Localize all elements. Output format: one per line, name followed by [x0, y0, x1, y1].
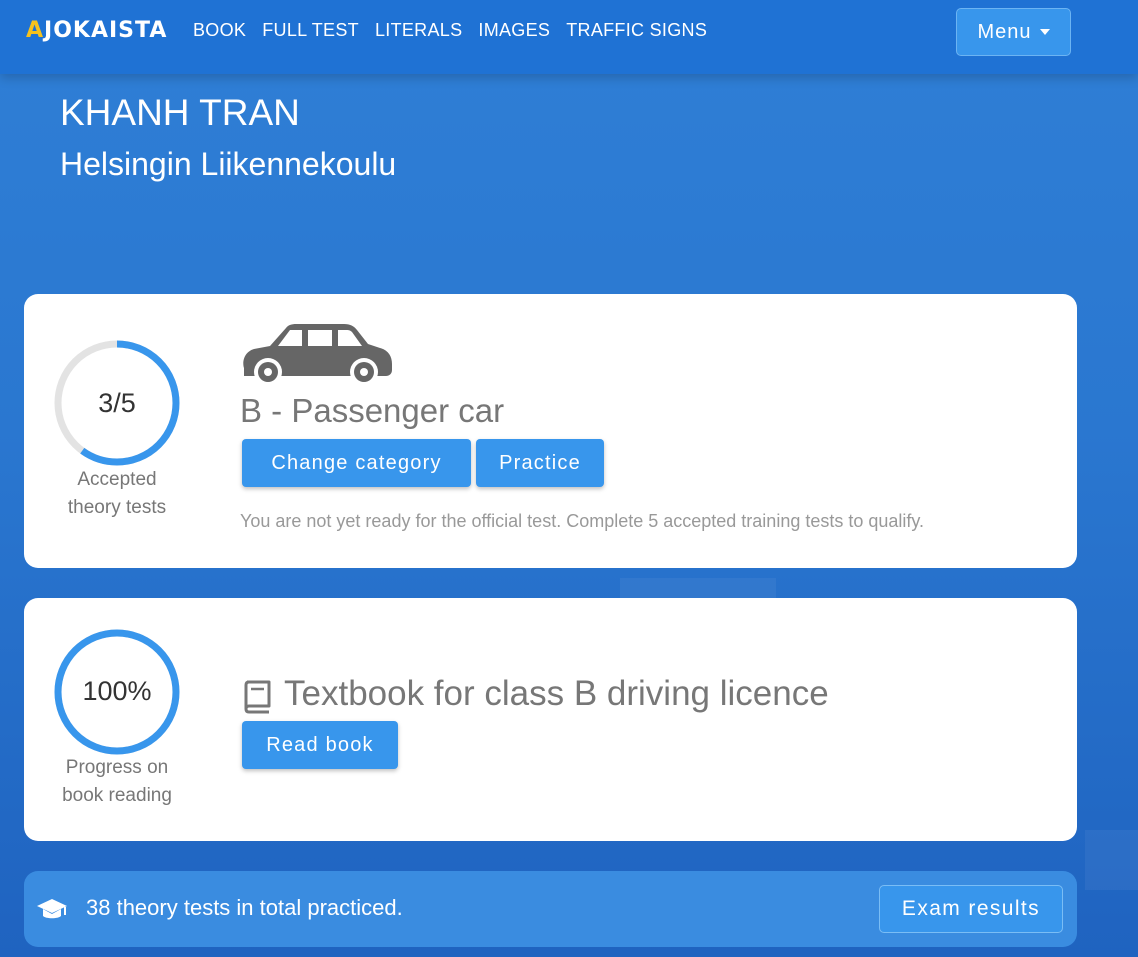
menu-dropdown-button[interactable]: Menu — [956, 8, 1071, 56]
menu-label: Menu — [977, 20, 1032, 43]
category-card: 3/5 Accepted theory tests B - Passenger … — [24, 294, 1077, 568]
school-name: Helsingin Liikennekoulu — [60, 146, 397, 182]
brand-logo-letter: A — [26, 18, 45, 43]
nav-link-images[interactable]: IMAGES — [478, 20, 550, 41]
user-name: KHANH TRAN — [60, 92, 300, 133]
caption-line: Accepted — [77, 469, 157, 490]
practice-summary-bar: 38 theory tests in total practiced. Exam… — [24, 871, 1077, 947]
nav-link-literals[interactable]: LITERALS — [375, 20, 462, 41]
nav-link-full-test[interactable]: FULL TEST — [262, 20, 359, 41]
book-icon — [244, 680, 271, 714]
nav-link-traffic-signs[interactable]: TRAFFIC SIGNS — [566, 20, 707, 41]
theory-tests-progress-value: 3/5 — [98, 388, 136, 418]
change-category-button[interactable]: Change category — [242, 439, 471, 487]
caption-line: theory tests — [67, 497, 167, 518]
nav-link-book[interactable]: BOOK — [193, 20, 246, 41]
exam-results-button[interactable]: Exam results — [879, 885, 1063, 933]
book-progress-caption: Progress on book reading — [32, 754, 202, 810]
readiness-note: You are not yet ready for the official t… — [240, 511, 925, 531]
background-shape — [1085, 830, 1138, 890]
top-navbar: AJOKAISTA BOOK FULL TEST LITERALS IMAGES… — [0, 0, 1138, 74]
car-icon — [243, 324, 392, 386]
textbook-title: Textbook for class B driving licence — [284, 674, 829, 713]
nav-links: BOOK FULL TEST LITERALS IMAGES TRAFFIC S… — [193, 20, 723, 41]
practice-summary-text: 38 theory tests in total practiced. — [86, 895, 403, 920]
background-shape — [620, 578, 776, 600]
book-progress-value: 100% — [82, 676, 152, 706]
category-title: B - Passenger car — [240, 392, 505, 429]
brand-logo-text: JOKAISTA — [44, 18, 168, 43]
caption-line: Progress on — [65, 757, 169, 778]
graduation-cap-icon — [37, 899, 67, 919]
theory-tests-caption: Accepted theory tests — [32, 466, 202, 522]
practice-button[interactable]: Practice — [476, 439, 604, 487]
read-book-button[interactable]: Read book — [242, 721, 398, 769]
book-card: 100% Progress on book reading Textbook f… — [24, 598, 1077, 841]
caret-down-icon — [1039, 29, 1050, 35]
caption-line: book reading — [62, 785, 172, 806]
brand-logo[interactable]: AJOKAISTA — [26, 18, 167, 43]
